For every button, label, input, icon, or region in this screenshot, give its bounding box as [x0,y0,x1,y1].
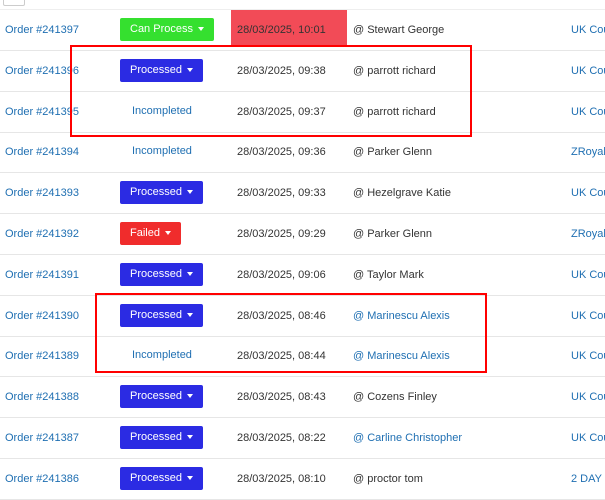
status-label: Failed [130,227,160,239]
customer-name: @ Parker Glenn [353,146,433,159]
status-label: Processed [130,471,182,484]
status-label: Processed [130,63,182,76]
shipping-method-link[interactable]: 2 DAY F [571,459,605,499]
table-row: Order #241395 Incompleted 28/03/2025, 09:3… [0,92,605,133]
table-row: Order #241396 Processed 28/03/2025, 09:38 @… [0,51,605,92]
status-label: Processed [130,431,182,443]
order-link[interactable]: Order #241390 [5,296,79,336]
order-link[interactable]: Order #241389 [5,336,79,376]
order-date: 28/03/2025, 09:37 [237,105,326,118]
table-row: Order #241387 Processed 28/03/2025, 08:22 @… [0,418,605,459]
top-control-stub[interactable] [3,0,25,6]
table-row: Order #241386 Processed 28/03/2025, 08:10 @… [0,459,605,500]
shipping-method-link[interactable]: UK Cou [571,10,605,50]
order-date: 28/03/2025, 09:29 [237,228,326,240]
caret-down-icon [186,475,193,480]
status-dropdown-button[interactable]: Processed [120,58,203,82]
table-row: Order #241389 Incompleted 28/03/2025, 08:4… [0,336,605,378]
customer-name[interactable]: @ Marinescu Alexis [353,336,450,376]
order-date: 28/03/2025, 08:44 [237,350,326,363]
customer-name[interactable]: @ Marinescu Alexis [353,296,450,336]
customer-name: @ parrott richard [353,64,436,77]
table-row: Order #241397 Can Process 28/03/2025, 10:0… [0,10,605,51]
customer-name[interactable]: @ Carline Christopher [353,418,462,458]
shipping-method-link[interactable]: UK Cou [571,255,605,295]
status-label: Incompleted [132,349,192,362]
order-link[interactable]: Order #241395 [5,92,79,132]
caret-down-icon [186,190,193,195]
order-date: 28/03/2025, 09:06 [237,268,326,281]
status-dropdown-button[interactable]: Processed [120,466,203,490]
customer-name: @ Taylor Mark [353,268,424,281]
shipping-method-link[interactable]: UK Cou [571,173,605,213]
table-row: Order #241392 Failed 28/03/2025, 09:29 @ Pa… [0,214,605,255]
order-date: 28/03/2025, 09:36 [237,146,326,159]
order-link[interactable]: Order #241386 [5,459,79,499]
status-text[interactable]: Incompleted [122,344,202,367]
caret-down-icon [186,394,193,399]
status-label: Incompleted [132,145,192,158]
customer-name: @ Hezelgrave Katie [353,187,451,200]
status-label: Can Process [130,23,193,35]
order-date: 28/03/2025, 08:43 [237,391,326,404]
order-date: 28/03/2025, 08:10 [237,472,326,485]
status-dropdown-button[interactable]: Processed [120,303,203,327]
order-date: 28/03/2025, 10:01 [237,24,326,36]
shipping-method-link[interactable]: UK Cou [571,336,605,376]
status-dropdown-button[interactable]: Processed [120,385,203,409]
order-link[interactable]: Order #241391 [5,255,79,295]
customer-name: @ proctor tom [353,472,423,485]
table-row: Order #241390 Processed 28/03/2025, 08:46 @… [0,296,605,337]
caret-down-icon [164,231,171,236]
customer-name: @ Stewart George [353,24,445,36]
status-text[interactable]: Incompleted [122,100,202,123]
status-dropdown-button[interactable]: Processed [120,181,203,205]
order-date: 28/03/2025, 09:38 [237,64,326,77]
shipping-method-link[interactable]: UK Cou [571,377,605,417]
table-row: Order #241393 Processed 28/03/2025, 09:33 @… [0,173,605,215]
caret-down-icon [186,271,193,276]
order-date: 28/03/2025, 08:46 [237,309,326,322]
order-link[interactable]: Order #241397 [5,10,79,50]
order-link[interactable]: Order #241396 [5,51,79,91]
shipping-method-link[interactable]: UK Cou [571,92,605,132]
table-row: Order #241391 Processed 28/03/2025, 09:06 @… [0,255,605,296]
caret-down-icon [186,312,193,317]
customer-name: @ Cozens Finley [353,391,437,404]
caret-down-icon [186,67,193,72]
status-label: Processed [130,308,182,321]
order-link[interactable]: Order #241394 [5,132,79,172]
status-label: Processed [130,267,182,280]
table-row: Order #241394 Incompleted 28/03/2025, 09:3… [0,132,605,174]
status-label: Incompleted [132,104,192,117]
shipping-method-link[interactable]: ZRoyal [571,214,605,254]
order-link[interactable]: Order #241393 [5,173,79,213]
order-link[interactable]: Order #241388 [5,377,79,417]
order-date: 28/03/2025, 08:22 [237,432,326,444]
status-dropdown-button[interactable]: Can Process [120,18,214,41]
order-link[interactable]: Order #241392 [5,214,79,254]
shipping-method-link[interactable]: UK Cou [571,51,605,91]
caret-down-icon [197,27,204,32]
order-date: 28/03/2025, 09:33 [237,187,326,200]
shipping-method-link[interactable]: UK Cou [571,418,605,458]
status-label: Processed [130,186,182,199]
status-dropdown-button[interactable]: Processed [120,426,203,449]
status-text[interactable]: Incompleted [122,140,202,163]
order-link[interactable]: Order #241387 [5,418,79,458]
shipping-method-link[interactable]: ZRoyal [571,132,605,172]
status-dropdown-button[interactable]: Processed [120,262,203,286]
customer-name: @ Parker Glenn [353,228,433,240]
table-row: Order #241388 Processed 28/03/2025, 08:43 @… [0,377,605,419]
status-label: Processed [130,390,182,403]
shipping-method-link[interactable]: UK Cou [571,296,605,336]
caret-down-icon [186,435,193,440]
customer-name: @ parrott richard [353,105,436,118]
status-dropdown-button[interactable]: Failed [120,222,181,245]
